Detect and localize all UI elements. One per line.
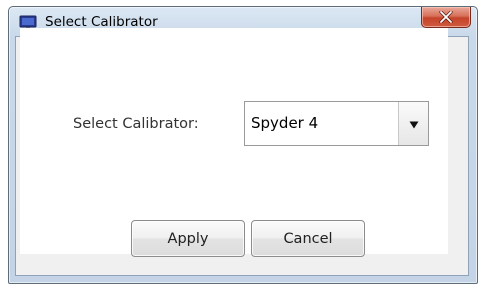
close-icon <box>439 11 453 23</box>
apply-button[interactable]: Apply <box>131 220 245 257</box>
dropdown-button[interactable] <box>398 102 428 145</box>
calibrator-label: Select Calibrator: <box>73 116 199 132</box>
cancel-button[interactable]: Cancel <box>251 220 365 257</box>
calibrator-select[interactable]: Spyder 4 <box>244 101 429 146</box>
calibrator-select-value: Spyder 4 <box>251 114 319 132</box>
triangle-down-icon <box>409 114 419 133</box>
close-button[interactable] <box>421 7 471 28</box>
